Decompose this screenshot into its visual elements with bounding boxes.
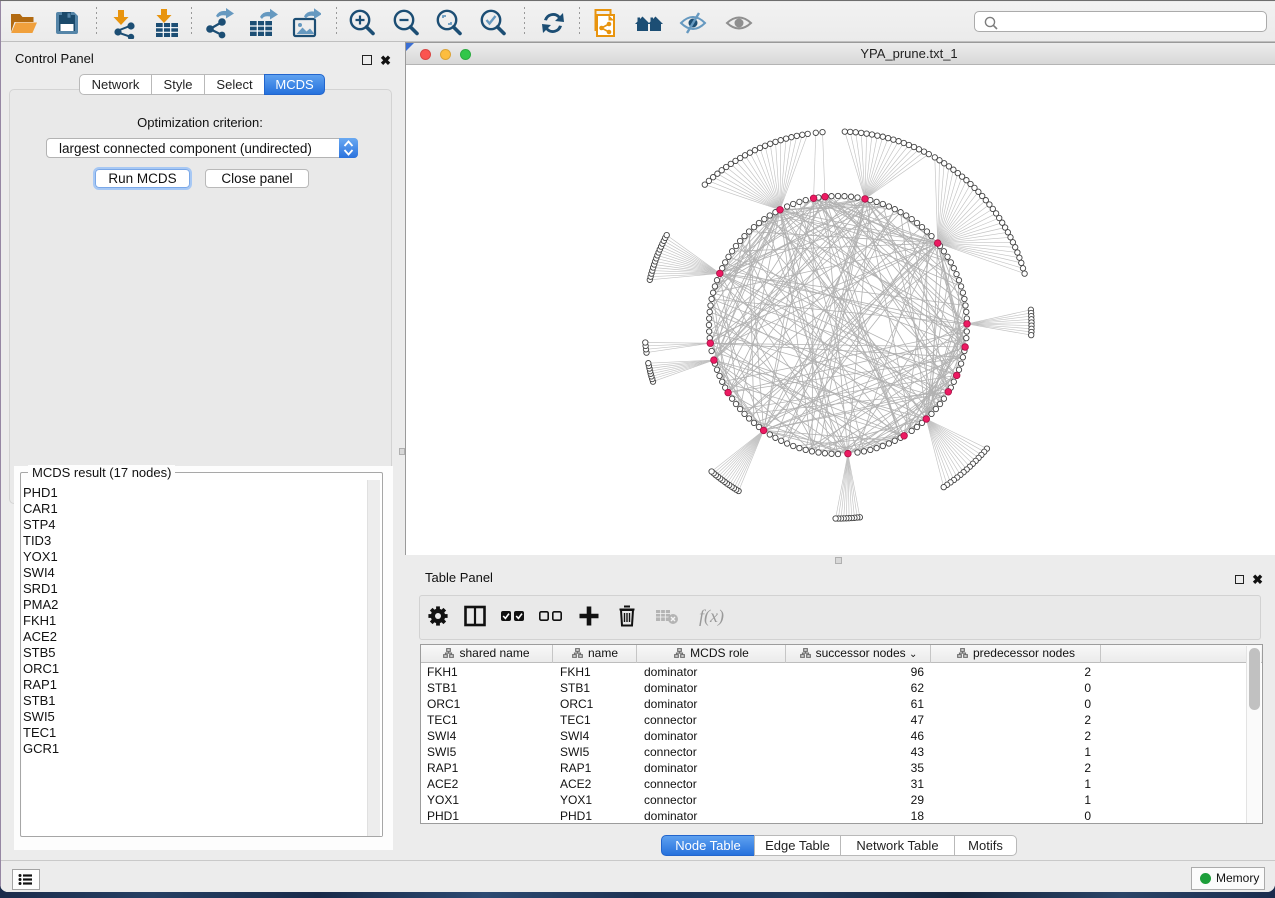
svg-text:f(x): f(x) [699, 606, 724, 627]
